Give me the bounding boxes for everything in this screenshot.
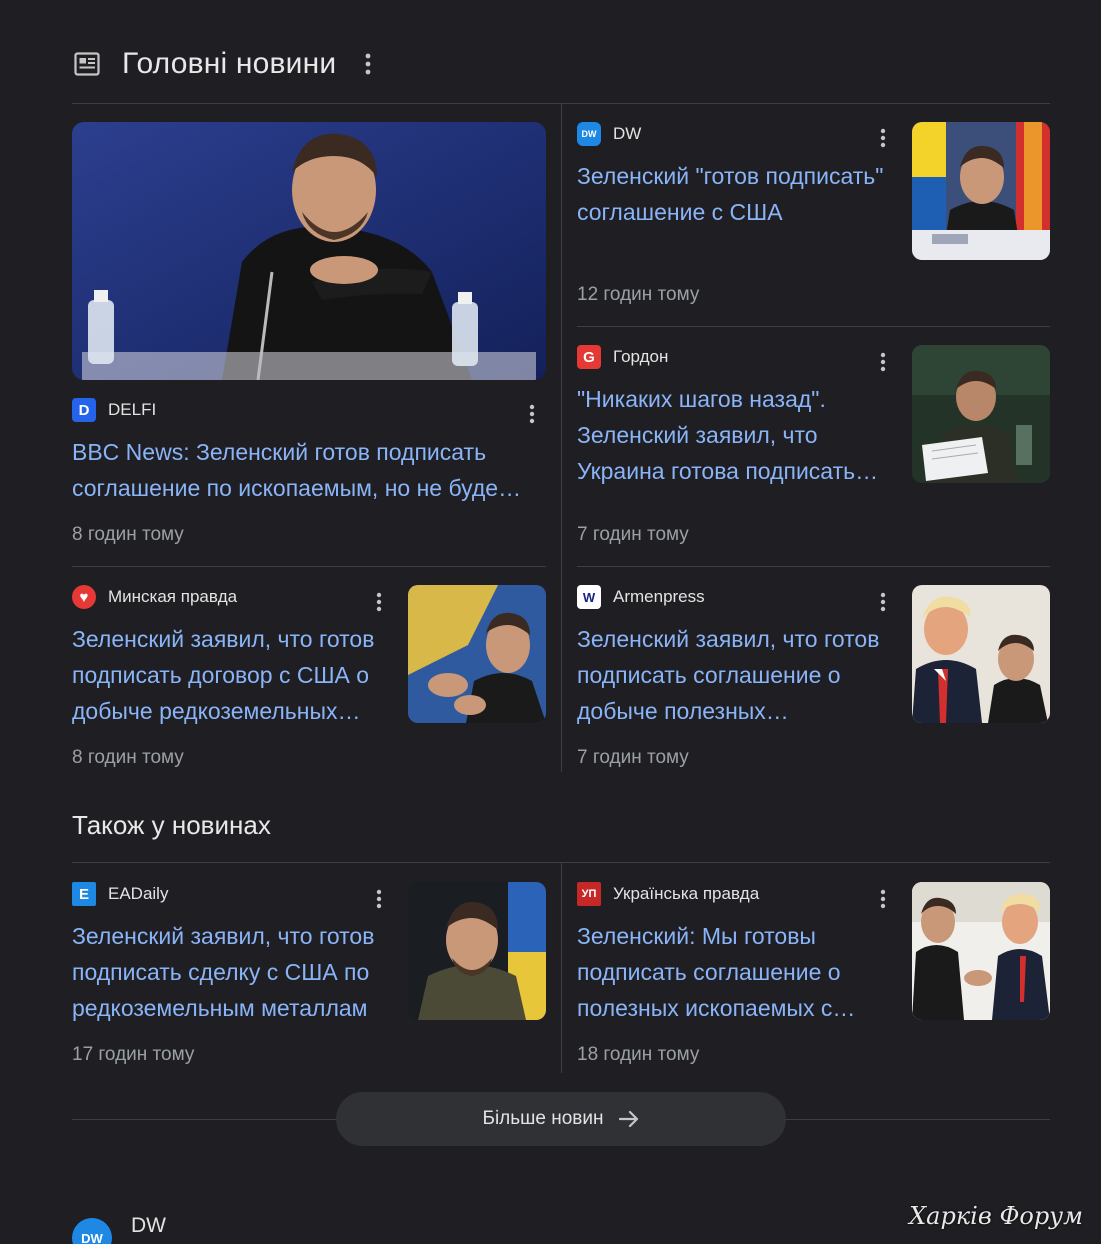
hero-image[interactable] — [72, 122, 546, 380]
armenpress-logo-icon: W — [577, 585, 601, 609]
source-name: Українська правда — [613, 884, 760, 903]
section-title: Головні новини — [122, 47, 337, 80]
delfi-logo-icon: D — [72, 398, 96, 422]
news-card-eadaily: E EADaily Зеленский заявил, что готов по… — [72, 882, 392, 1065]
source-row: УП Українська правда — [577, 882, 887, 906]
more-options-icon[interactable] — [873, 588, 893, 616]
source-row: E EADaily — [72, 882, 392, 906]
source-name: DELFI — [108, 400, 157, 419]
timestamp: 8 годин тому — [72, 524, 184, 545]
timestamp: 8 годин тому — [72, 747, 184, 768]
news-card-dw: DW DW Зеленский "готов подписать" соглаш… — [577, 122, 907, 305]
news-headline[interactable]: "Никаких шагов назад". Зеленский заявил,… — [577, 381, 897, 489]
news-card-armenpress: W Armenpress Зеленский заявил, что готов… — [577, 585, 897, 768]
timestamp: 12 годин тому — [577, 284, 700, 305]
newspaper-icon — [72, 49, 102, 79]
more-options-icon[interactable] — [873, 348, 893, 376]
source-name: Минская правда — [108, 587, 238, 606]
news-headline[interactable]: Зеленский "готов подписать" соглашение с… — [577, 158, 907, 230]
gordon-logo-icon: G — [577, 345, 601, 369]
news-headline[interactable]: Зеленский заявил, что готов подписать со… — [577, 621, 897, 729]
more-options-icon[interactable] — [873, 885, 893, 913]
section-header: Головні новини — [72, 36, 378, 92]
news-thumbnail[interactable] — [912, 882, 1050, 1020]
arrow-right-icon — [618, 1110, 638, 1128]
news-headline[interactable]: Зеленский заявил, что готов подписать сд… — [72, 918, 392, 1026]
news-card-ukrainska-pravda: УП Українська правда Зеленский: Мы готов… — [577, 882, 887, 1065]
also-in-news-title: Також у новинах — [72, 810, 271, 840]
more-news-button[interactable]: Більше новин — [336, 1092, 786, 1146]
minskaya-pravda-logo-icon: ♥ — [72, 585, 96, 609]
news-headline[interactable]: BBC News: Зеленский готов подписать согл… — [72, 434, 546, 506]
column-divider — [561, 104, 562, 772]
eadaily-logo-icon: E — [72, 882, 96, 906]
column-divider — [561, 863, 562, 1073]
news-card-gordon: G Гордон "Никаких шагов назад". Зеленски… — [577, 345, 897, 545]
source-row: DW DW — [577, 122, 907, 146]
watermark: Харків Форум — [909, 1202, 1083, 1230]
more-options-icon[interactable] — [369, 588, 389, 616]
timestamp: 7 годин тому — [577, 747, 689, 768]
news-headline[interactable]: Зеленский заявил, что готов подписать до… — [72, 621, 392, 729]
news-thumbnail[interactable] — [408, 882, 546, 1020]
news-card-minskaya-pravda: ♥ Минская правда Зеленский заявил, что г… — [72, 585, 392, 768]
source-row: D DELFI — [72, 398, 546, 422]
news-card-delfi: D DELFI BBC News: Зеленский готов подпис… — [72, 398, 546, 545]
timestamp: 18 годин тому — [577, 1044, 700, 1065]
dw-logo-icon: DW — [577, 122, 601, 146]
news-thumbnail[interactable] — [912, 122, 1050, 260]
dw-logo-icon: DW — [72, 1218, 112, 1244]
dw-logo-text: DW — [81, 1231, 103, 1244]
source-row: W Armenpress — [577, 585, 897, 609]
divider — [577, 566, 1050, 567]
news-thumbnail[interactable] — [408, 585, 546, 723]
news-thumbnail[interactable] — [912, 585, 1050, 723]
timestamp: 17 годин тому — [72, 1044, 195, 1065]
source-name: Armenpress — [613, 587, 705, 606]
more-options-icon[interactable] — [369, 885, 389, 913]
source-row: ♥ Минская правда — [72, 585, 392, 609]
divider — [72, 566, 546, 567]
more-options-icon[interactable] — [358, 50, 378, 78]
more-options-icon[interactable] — [873, 124, 893, 152]
news-headline[interactable]: Зеленский: Мы готовы подписать соглашени… — [577, 918, 887, 1026]
source-row: G Гордон — [577, 345, 897, 369]
more-news-label: Більше новин — [482, 1108, 604, 1129]
more-options-icon[interactable] — [522, 400, 542, 428]
source-name: Гордон — [613, 347, 669, 366]
source-name: EADaily — [108, 884, 169, 903]
news-page: Головні новини D DELFI BBC News: Зеленск… — [0, 0, 1101, 1244]
source-name: DW — [131, 1214, 166, 1237]
source-name: DW — [613, 124, 642, 143]
ukrainska-pravda-logo-icon: УП — [577, 882, 601, 906]
divider — [577, 326, 1050, 327]
news-thumbnail[interactable] — [912, 345, 1050, 483]
timestamp: 7 годин тому — [577, 524, 689, 545]
